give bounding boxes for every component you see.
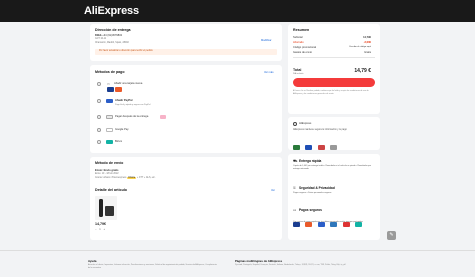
address-street: C/27 10-11 [95,38,107,40]
top-bar: AliExpress [0,0,475,22]
security-badge-icon [305,145,313,150]
product-image[interactable] [95,196,117,220]
aliexpress-logo[interactable]: AliExpress [84,5,139,17]
shipping-courier: Courier urbano: 8 Euroexpress Choice + C… [95,176,156,179]
radio-button[interactable] [97,140,101,144]
quantity-stepper[interactable]: − 1 + [95,228,105,231]
shipping-card: Método de envío Envío: Envío gratis Entr… [90,157,282,240]
footer-multi-title: Páginas multilingües de AliExpress [235,259,283,263]
summary-promo-row[interactable]: Código promocional Escribe el código aquí [293,46,371,49]
radio-button[interactable] [97,82,101,86]
shipping-title: Método de envío [95,161,124,165]
payment-label: Google Pay [115,128,129,131]
security-badge-icon [330,145,338,150]
address-warning: Por favor actualiza tu dirección para re… [95,49,277,55]
radio-button[interactable] [97,99,101,103]
summary-total-row: Total 14,79 € [293,68,371,74]
shield-icon [293,122,297,126]
summary-disclaimer: Al hacer clic en Realizar pedido, confir… [293,90,369,95]
payment-label: Pagar después de la entrega [115,115,149,118]
payment-option-paypal[interactable]: Añadir PayPal Paga fácil y rápido y segu… [90,97,282,108]
payment-label: Bizum [115,140,123,143]
benefit-text: Cupón de 1,00€ por entrega tardía • Reem… [293,165,372,170]
quantity-value: 1 [99,228,101,231]
card-icon: ▭ [107,82,110,86]
payment-label: Añadir PayPal [115,99,133,102]
footer: Ayuda Atención al cliente, Impuestos, In… [0,250,475,277]
shipping-type: Envío: Envío gratis [95,169,119,172]
payment-option-bizum[interactable]: Bizum [90,138,282,147]
item-title: Detalle del artículo [95,188,127,192]
see-more-link[interactable]: Ver más [264,71,274,74]
summary-subtotal-row: Subtotal 14,79€ [293,36,371,39]
trust-title: AliExpress [299,122,312,125]
cash-icon [106,115,113,119]
address-name: Dlibb +34 (91)3679832 [95,34,123,37]
trust-text: AliExpress mantiene segura tu informació… [293,129,347,131]
trust-badges [293,137,338,155]
address-city: Chamartín, Madrid, Spain, 28002 [95,41,129,44]
benefit-title: Seguridad & Privacidad [299,186,335,190]
benefit-title: Entrega rápida [299,159,322,163]
payment-card: Métodos de pago Ver más ▭ Añadir una tar… [90,65,282,153]
plus-icon[interactable]: + [103,228,105,231]
payment-option-googlepay[interactable]: Google Pay [90,126,282,135]
payment-title: Métodos de pago [95,70,125,74]
paypal-icon [106,99,113,103]
radio-button[interactable] [97,115,101,119]
benefit-text: Con socios de pago populares, tus datos … [293,221,364,223]
payment-label: Añadir una tarjeta nueva [114,82,143,85]
security-badge-icon [317,145,325,150]
footer-multi-text[interactable]: Русский, Português, Español, Français, D… [235,264,380,267]
product-box-icon [105,206,114,216]
address-title: Dirección de entrega [95,28,131,32]
minus-icon[interactable]: − [95,228,97,231]
card-icon: ▭ [293,208,297,212]
payment-option-later[interactable]: Pagar después de la entrega [90,113,282,122]
address-card: Dirección de entrega Dlibb +34 (91)36798… [90,24,282,61]
truck-icon: ⛟ [293,159,298,163]
pencil-icon: ✎ [389,232,394,238]
summary-card: Resumen Subtotal 14,79€ Ahorrado -2,00€ Có… [288,24,380,114]
security-badge-icon [293,145,300,150]
payment-option-card[interactable]: ▭ Añadir una tarjeta nueva [90,79,282,92]
klarna-icon [160,115,166,119]
choice-badge: Choice [127,176,137,179]
edit-address-link[interactable]: Modificar [261,39,272,42]
shipping-date: Entre: 10 - 18 feb 2022 [95,173,119,175]
visa-icon [107,87,114,92]
promo-input[interactable]: Escribe el código aquí [349,46,371,49]
feedback-button[interactable]: ✎ [387,231,396,240]
product-remote-icon [99,199,103,217]
benefit-text: Pagos seguros • Datos personales seguros [293,192,332,194]
footer-help-title: Ayuda [88,259,97,263]
warning-text: Por favor actualiza tu dirección para re… [99,50,154,53]
benefit-title: Pagos seguros [299,208,322,212]
google-pay-icon [106,128,113,132]
footer-help-text[interactable]: Atención al cliente, Impuestos, Informar… [88,264,218,270]
benefits-card: ⛟ Entrega rápida Cupón de 1,00€ por entr… [288,154,380,240]
summary-title: Resumen [293,28,310,32]
see-items-link[interactable]: Ver [271,189,275,192]
item-price: 14,79€ [95,222,106,226]
trust-card: AliExpress AliExpress mantiene segura tu… [288,117,380,150]
mastercard-icon [115,87,122,92]
summary-shipping-row: Gastos de envío Gratis [293,51,371,54]
bizum-icon [106,140,113,144]
place-order-button[interactable]: Realizar pedido [293,78,375,92]
radio-button[interactable] [97,128,101,132]
total-subtext: IVA incluido [293,73,304,75]
summary-saved-row: Ahorrado -2,00€ [293,41,371,44]
summary-divider [293,57,375,58]
payment-sub: Paga fácil y rápido y seguro con PayPal [115,103,151,106]
lock-icon: ⚿ [293,186,296,190]
